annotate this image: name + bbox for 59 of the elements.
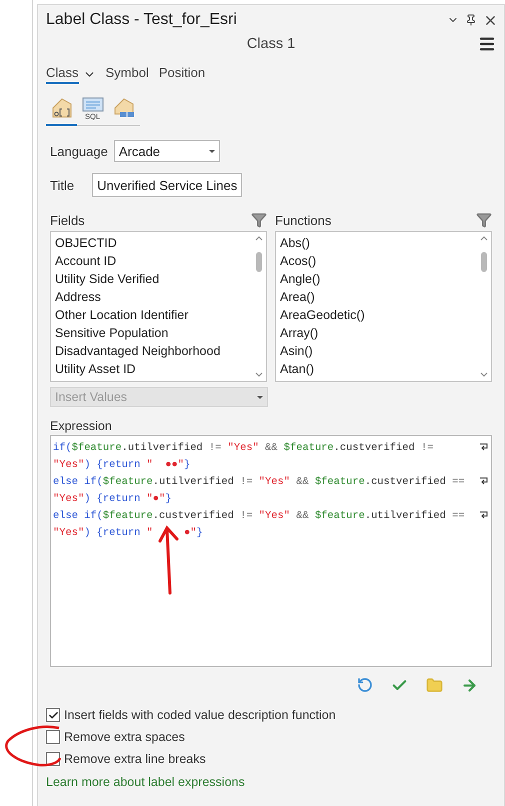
window-title: Label Class - Test_for_Esri [46, 11, 237, 29]
list-heading: Fields [50, 212, 85, 228]
list-item[interactable]: Area() [280, 288, 477, 306]
list-item[interactable]: AreaGeodetic() [280, 306, 477, 324]
tab[interactable]: Position [158, 65, 206, 84]
reset-button[interactable] [357, 677, 373, 694]
list-item[interactable]: Array() [280, 324, 477, 342]
code-line: "Yes") {return " ●"} [53, 526, 203, 538]
list-item[interactable]: Atan() [280, 360, 477, 378]
class-name: Class 1 [246, 36, 296, 52]
pin-icon[interactable] [465, 14, 477, 26]
help-link[interactable]: Learn more about label expressions [46, 775, 504, 789]
scrollbar-thumb[interactable] [481, 252, 487, 272]
tab[interactable]: Symbol [106, 65, 149, 84]
list-item[interactable]: Disadvantaged Neighborhood [55, 342, 252, 360]
option-label: Remove extra line breaks [64, 752, 206, 766]
list-item[interactable]: OBJECTID [55, 234, 252, 252]
scroll-down-icon[interactable] [480, 372, 488, 377]
code-line: else if($feature.custverified != "Yes" && $feature.utilverified == [53, 510, 465, 522]
scroll-down-icon[interactable] [255, 372, 263, 377]
scroll-up-icon[interactable] [255, 236, 263, 241]
annotation-arrow [158, 525, 180, 595]
list-item[interactable]: Account ID [55, 252, 252, 270]
option-label: Insert fields with coded value description function [64, 708, 336, 722]
checkbox[interactable] [46, 708, 60, 722]
fields-list[interactable]: OBJECTID Account ID Utility Side Verified Address Other Location Identifier Sensitive Population Disadvantaged Neighborhood Utility Asset ID [50, 231, 267, 382]
title-input[interactable]: Unverified Service Lines [92, 173, 242, 197]
list-item[interactable]: Acos() [280, 252, 477, 270]
tag-table-icon [112, 96, 136, 120]
apply-button[interactable] [461, 677, 478, 694]
list-item[interactable]: Asin() [280, 342, 477, 360]
list-item[interactable]: Address [55, 288, 252, 306]
check-icon [48, 710, 58, 720]
list-heading: Functions [275, 212, 332, 228]
list-item[interactable]: Utility Side Verified [55, 270, 252, 288]
menu-icon[interactable] [478, 35, 496, 53]
code-line: if($feature.utilverified != "Yes" && $feature.custverified != [53, 442, 434, 454]
list-item[interactable]: Abs() [280, 234, 477, 252]
tab[interactable]: Class [46, 65, 79, 84]
tag-expression-icon [50, 96, 74, 120]
code-line: else if($feature.utilverified != "Yes" && $feature.custverified == [53, 476, 465, 488]
filter-icon[interactable] [476, 212, 492, 228]
code-line: "Yes") {return " ●●"} [53, 458, 190, 470]
scroll-up-icon[interactable] [480, 236, 488, 241]
functions-list[interactable]: Abs() Acos() Angle() Area() AreaGeodetic() Array() Asin() Atan() [275, 231, 492, 382]
checkbox[interactable] [46, 730, 60, 744]
expression-label: Expression [50, 419, 113, 433]
list-item[interactable]: Other Location Identifier [55, 306, 252, 324]
option-label: Remove extra spaces [64, 730, 185, 744]
filter-icon[interactable] [251, 212, 267, 228]
language-dropdown[interactable]: Arcade [114, 140, 220, 162]
expression-editor[interactable] [50, 435, 492, 667]
scrollbar-thumb[interactable] [256, 252, 262, 272]
list-item[interactable]: Sensitive Population [55, 324, 252, 342]
field-label: Language [50, 144, 108, 158]
field-label: Title [50, 178, 74, 192]
code-line: "Yes") {return "●"} [53, 492, 172, 504]
list-item[interactable]: Angle() [280, 270, 477, 288]
list-item[interactable]: Utility Asset ID [55, 360, 252, 378]
